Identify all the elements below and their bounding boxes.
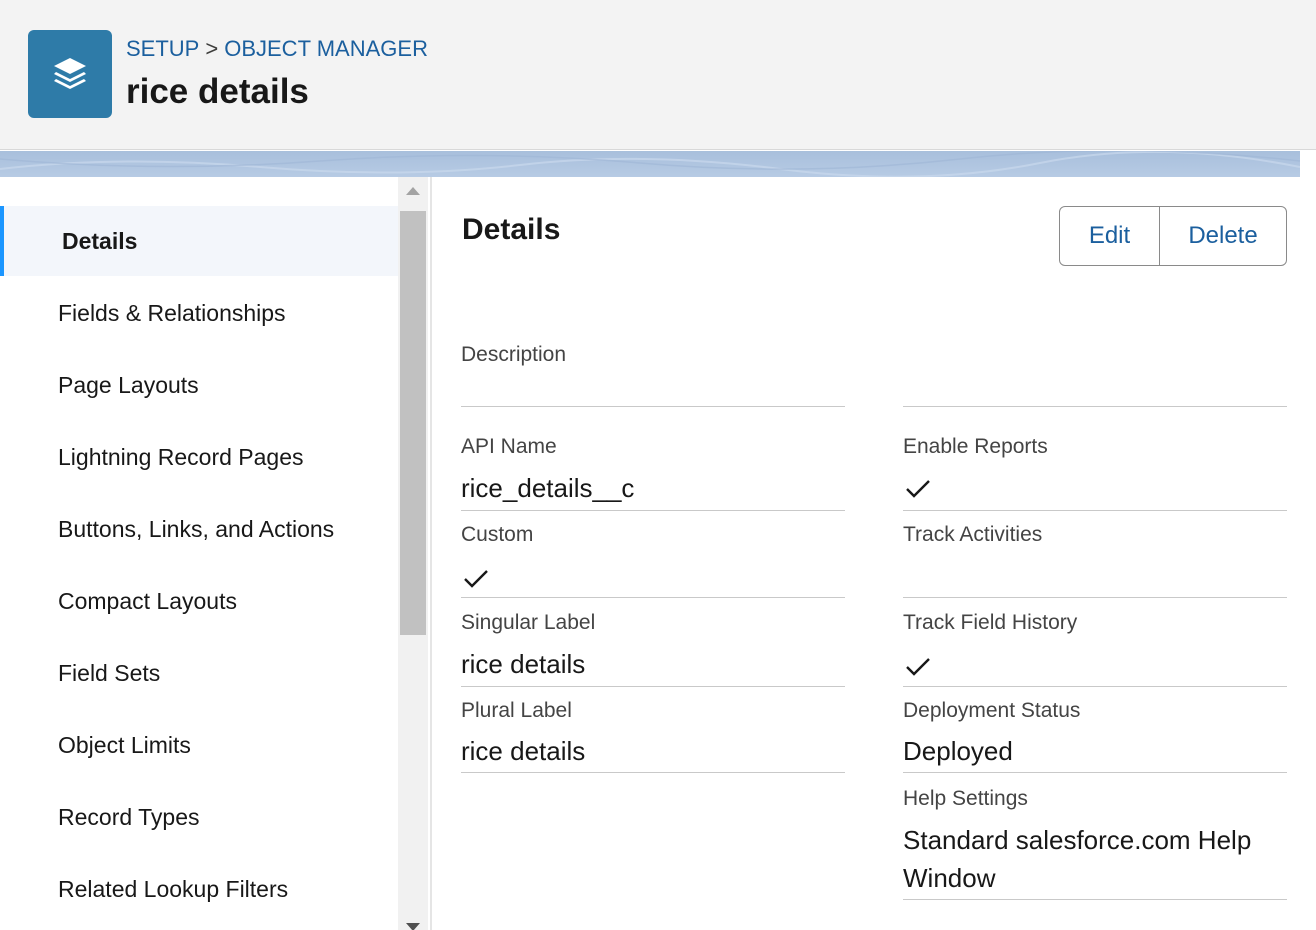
sidebar-item-lightning-record-pages[interactable]: Lightning Record Pages — [4, 422, 398, 492]
sidebar-item-buttons-links-actions[interactable]: Buttons, Links, and Actions — [4, 494, 398, 564]
field-api-name: API Name rice_details__c — [461, 431, 845, 511]
page-title: rice details — [126, 72, 309, 111]
sidebar-item-label: Lightning Record Pages — [58, 443, 304, 470]
field-description: Description — [461, 337, 845, 407]
field-label: Custom — [461, 523, 534, 546]
field-label: Singular Label — [461, 611, 596, 634]
scroll-down-arrow-icon[interactable] — [406, 923, 420, 930]
sidebar-item-page-layouts[interactable]: Page Layouts — [4, 350, 398, 420]
field-track-activities: Track Activities — [903, 519, 1287, 598]
sidebar-item-label: Buttons, Links, and Actions — [58, 515, 335, 542]
breadcrumb-separator: > — [205, 36, 219, 61]
sidebar-item-record-types[interactable]: Record Types — [4, 782, 398, 852]
field-help-settings: Help Settings Standard salesforce.com He… — [903, 783, 1287, 900]
sidebar-item-field-sets[interactable]: Field Sets — [4, 638, 398, 708]
decorative-banner — [0, 151, 1300, 177]
field-label: Track Field History — [903, 611, 1078, 634]
checkmark-icon — [906, 658, 930, 676]
breadcrumb-setup-link[interactable]: SETUP — [126, 36, 199, 61]
sidebar-item-label: Details — [62, 227, 138, 254]
section-title: Details — [462, 213, 561, 246]
field-track-field-history: Track Field History — [903, 607, 1287, 687]
field-label: Description — [461, 343, 567, 366]
field-value: Standard salesforce.com Help Window — [903, 825, 1252, 893]
details-panel: Details Edit Delete Description API Name… — [432, 177, 1300, 930]
sidebar-nav: Details Fields & Relationships Page Layo… — [0, 177, 398, 930]
field-custom: Custom — [461, 519, 845, 598]
sidebar-item-label: Related Lookup Filters — [58, 875, 289, 902]
sidebar-item-details[interactable]: Details — [0, 206, 398, 276]
field-value: rice_details__c — [461, 473, 635, 503]
field-singular-label: Singular Label rice details — [461, 607, 845, 687]
sidebar-item-fields-relationships[interactable]: Fields & Relationships — [4, 278, 398, 348]
sidebar-item-label: Object Limits — [58, 731, 191, 758]
field-deployment-status: Deployment Status Deployed — [903, 695, 1287, 773]
sidebar-item-label: Record Types — [58, 803, 200, 830]
delete-button[interactable]: Delete — [1160, 207, 1286, 265]
field-label: Track Activities — [903, 523, 1043, 546]
sidebar-item-related-lookup-filters[interactable]: Related Lookup Filters — [4, 854, 398, 924]
field-enable-reports: Enable Reports — [903, 431, 1287, 511]
checkmark-icon — [464, 570, 488, 588]
scroll-thumb[interactable] — [400, 211, 426, 635]
field-label: Enable Reports — [903, 435, 1048, 458]
field-label: Plural Label — [461, 699, 572, 722]
field-empty-spacer — [903, 337, 1287, 407]
breadcrumb-object-manager-link[interactable]: OBJECT MANAGER — [224, 36, 428, 61]
layers-icon — [28, 30, 112, 118]
field-value: rice details — [461, 649, 586, 679]
sidebar-scrollbar[interactable] — [398, 177, 428, 930]
sidebar-item-label: Fields & Relationships — [58, 299, 286, 326]
page-header: SETUP > OBJECT MANAGER rice details — [0, 0, 1316, 150]
sidebar-item-label: Field Sets — [58, 659, 161, 686]
sidebar-item-label: Page Layouts — [58, 371, 199, 398]
breadcrumb: SETUP > OBJECT MANAGER — [126, 36, 428, 62]
checkmark-icon — [906, 480, 930, 498]
field-label: API Name — [461, 435, 557, 458]
sidebar-item-label: Compact Layouts — [58, 587, 237, 614]
action-button-group: Edit Delete — [1059, 206, 1287, 266]
field-value: Deployed — [903, 736, 1013, 766]
sidebar-item-object-limits[interactable]: Object Limits — [4, 710, 398, 780]
field-plural-label: Plural Label rice details — [461, 695, 845, 773]
field-value: rice details — [461, 736, 586, 766]
sidebar-item-compact-layouts[interactable]: Compact Layouts — [4, 566, 398, 636]
edit-button[interactable]: Edit — [1060, 207, 1160, 265]
field-label: Help Settings — [903, 787, 1028, 810]
field-label: Deployment Status — [903, 699, 1081, 722]
scroll-up-arrow-icon[interactable] — [406, 187, 420, 195]
